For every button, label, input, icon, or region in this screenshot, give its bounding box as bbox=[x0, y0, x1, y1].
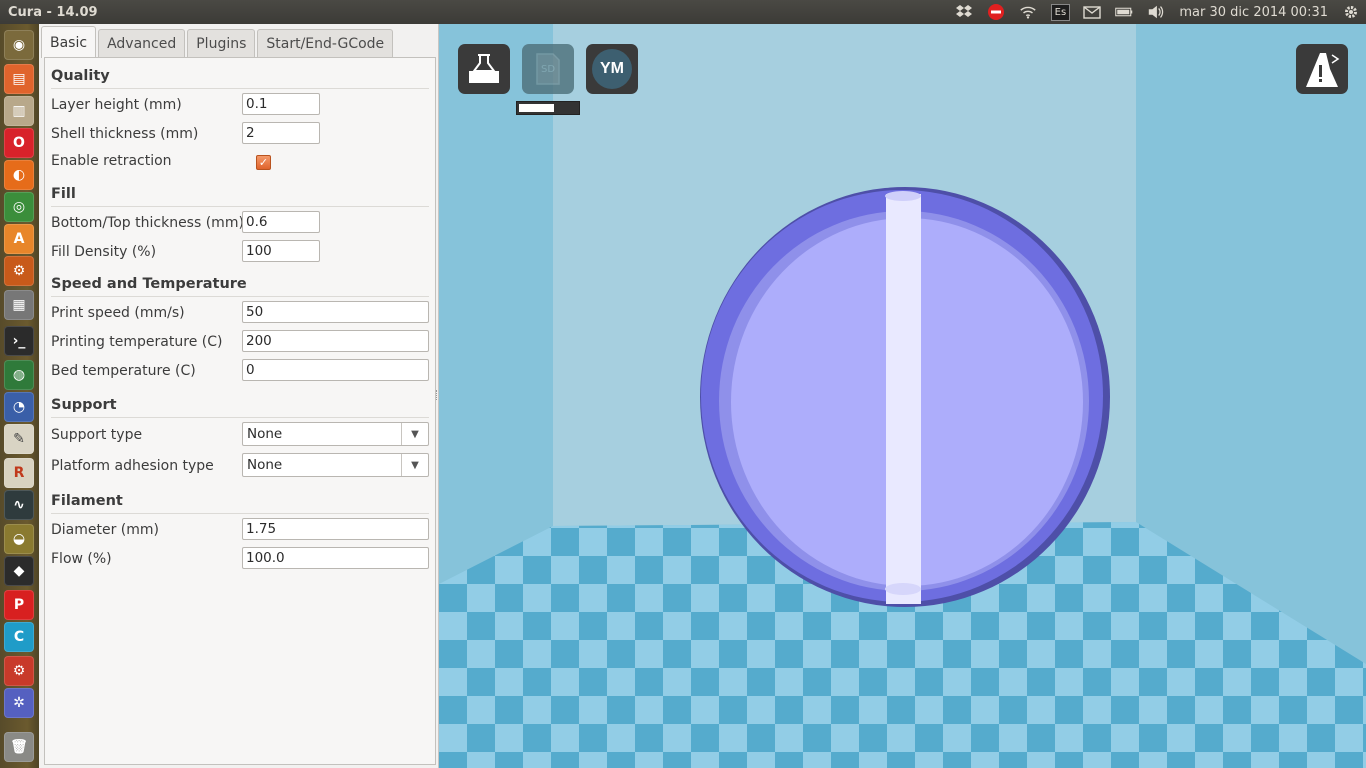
molecule-app-icon[interactable]: ✲ bbox=[4, 688, 34, 718]
support-type-value: None bbox=[247, 426, 283, 442]
tweak-tool-icon[interactable]: ⚙ bbox=[4, 656, 34, 686]
mail-icon[interactable] bbox=[1083, 3, 1102, 21]
section-support-title: Support bbox=[51, 397, 117, 413]
tab-plugins[interactable]: Plugins bbox=[187, 29, 256, 58]
divider bbox=[51, 206, 429, 207]
flow-label: Flow (%) bbox=[51, 551, 112, 567]
tab-advanced[interactable]: Advanced bbox=[98, 29, 186, 58]
dropbox-icon[interactable] bbox=[955, 3, 973, 21]
opera-icon[interactable]: O bbox=[4, 128, 34, 158]
chevron-down-icon: ▼ bbox=[401, 423, 428, 445]
archive-manager-icon[interactable]: ▥ bbox=[4, 96, 34, 126]
printing-temperature-label: Printing temperature (C) bbox=[51, 334, 223, 350]
firefox-icon[interactable]: ◐ bbox=[4, 160, 34, 190]
fill-density-input[interactable] bbox=[242, 240, 320, 262]
platform-adhesion-value: None bbox=[247, 457, 283, 473]
battery-icon[interactable] bbox=[1115, 3, 1133, 21]
section-filament-title: Filament bbox=[51, 493, 123, 509]
divider bbox=[51, 88, 429, 89]
view-mode-icon bbox=[1306, 53, 1340, 87]
section-fill-title: Fill bbox=[51, 186, 76, 202]
unity-launcher: ◉ ▤ ▥ O ◐ ◎ A ⚙ ▦ ›_ ◍ ◔ ✎ R ∿ ◒ ◆ P C ⚙… bbox=[0, 24, 39, 768]
calculator-icon[interactable]: ▦ bbox=[4, 290, 34, 320]
trash-icon[interactable]: 🗑 bbox=[4, 732, 34, 762]
diameter-label: Diameter (mm) bbox=[51, 522, 160, 538]
system-tray: Es mar 30 dic 2014 00:31 bbox=[955, 0, 1360, 24]
scene-render bbox=[439, 24, 1366, 768]
bed-temperature-label: Bed temperature (C) bbox=[51, 363, 196, 379]
section-quality-title: Quality bbox=[51, 68, 110, 84]
3d-viewport[interactable]: SD YM bbox=[439, 24, 1366, 768]
chevron-down-icon: ▼ bbox=[401, 454, 428, 476]
divider bbox=[51, 296, 429, 297]
software-center-icon[interactable]: A bbox=[4, 224, 34, 254]
ubuntu-dash-icon[interactable]: ◉ bbox=[4, 30, 34, 60]
window-title: Cura - 14.09 bbox=[8, 4, 98, 20]
pdf-app-icon[interactable]: P bbox=[4, 590, 34, 620]
keyboard-icon[interactable]: Es bbox=[1050, 3, 1071, 21]
web-app-icon[interactable]: ◍ bbox=[4, 360, 34, 390]
top-panel: Cura - 14.09 Es mar 30 dic 2014 00:31 bbox=[0, 0, 1366, 24]
fill-density-label: Fill Density (%) bbox=[51, 244, 157, 260]
keyboard-layout-label: Es bbox=[1050, 3, 1071, 21]
load-model-icon bbox=[469, 54, 499, 83]
bed-temperature-input[interactable] bbox=[242, 359, 429, 381]
shell-thickness-label: Shell thickness (mm) bbox=[51, 126, 199, 142]
blender-icon[interactable]: ◒ bbox=[4, 524, 34, 554]
platform-adhesion-select[interactable]: None ▼ bbox=[242, 453, 429, 477]
platform-adhesion-label: Platform adhesion type bbox=[51, 458, 214, 474]
terminal-icon[interactable]: ›_ bbox=[4, 326, 34, 356]
enable-retraction-label: Enable retraction bbox=[51, 153, 172, 169]
cura-icon[interactable]: C bbox=[4, 622, 34, 652]
flow-input[interactable] bbox=[242, 547, 429, 569]
files-icon[interactable]: ▤ bbox=[4, 64, 34, 94]
sd-label: SD bbox=[540, 63, 556, 75]
stop-icon[interactable] bbox=[987, 3, 1005, 21]
save-to-sd-button[interactable]: SD bbox=[522, 44, 574, 94]
wifi-icon[interactable] bbox=[1019, 3, 1037, 21]
tab-start-end-gcode[interactable]: Start/End-GCode bbox=[257, 29, 394, 58]
settings-panel: Basic Advanced Plugins Start/End-GCode Q… bbox=[39, 24, 439, 768]
bottom-top-thickness-input[interactable] bbox=[242, 211, 320, 233]
chromium-icon[interactable]: ◎ bbox=[4, 192, 34, 222]
diameter-input[interactable] bbox=[242, 518, 429, 540]
inkscape-icon[interactable]: ◆ bbox=[4, 556, 34, 586]
youmagine-icon: YM bbox=[592, 49, 632, 89]
print-speed-label: Print speed (mm/s) bbox=[51, 305, 185, 321]
layer-height-input[interactable] bbox=[242, 93, 320, 115]
bottom-top-thickness-label: Bottom/Top thickness (mm) bbox=[51, 215, 244, 231]
section-speed-title: Speed and Temperature bbox=[51, 276, 247, 292]
divider bbox=[51, 513, 429, 514]
progress-bar-fill bbox=[519, 104, 554, 112]
layer-height-label: Layer height (mm) bbox=[51, 97, 182, 113]
clock[interactable]: mar 30 dic 2014 00:31 bbox=[1179, 5, 1328, 20]
enable-retraction-checkbox[interactable]: ✓ bbox=[256, 155, 271, 170]
volume-icon[interactable] bbox=[1147, 3, 1165, 21]
settings-tabs: Basic Advanced Plugins Start/End-GCode bbox=[41, 26, 394, 58]
tab-basic[interactable]: Basic bbox=[41, 26, 97, 58]
print-speed-input[interactable] bbox=[242, 301, 429, 323]
support-type-label: Support type bbox=[51, 427, 143, 443]
gear-icon[interactable] bbox=[1342, 3, 1360, 21]
basic-settings: Quality Layer height (mm) Shell thicknes… bbox=[44, 57, 436, 765]
system-settings-icon[interactable]: ⚙ bbox=[4, 256, 34, 286]
support-type-select[interactable]: None ▼ bbox=[242, 422, 429, 446]
text-editor-icon[interactable]: ✎ bbox=[4, 424, 34, 454]
shell-thickness-input[interactable] bbox=[242, 122, 320, 144]
youmagine-button[interactable]: YM bbox=[586, 44, 638, 94]
divider bbox=[51, 417, 429, 418]
r-app-icon[interactable]: R bbox=[4, 458, 34, 488]
eclipse-icon[interactable]: ◔ bbox=[4, 392, 34, 422]
view-mode-button[interactable] bbox=[1296, 44, 1348, 94]
progress-bar bbox=[516, 101, 580, 115]
system-monitor-icon[interactable]: ∿ bbox=[4, 490, 34, 520]
printing-temperature-input[interactable] bbox=[242, 330, 429, 352]
load-model-button[interactable] bbox=[458, 44, 510, 94]
